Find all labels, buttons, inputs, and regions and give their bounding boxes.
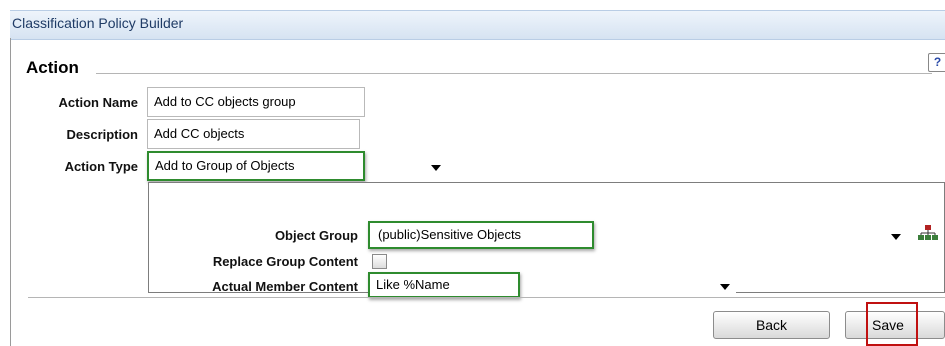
footer-divider [28, 297, 945, 298]
replace-group-content-checkbox[interactable] [372, 254, 387, 269]
action-type-select[interactable]: Add to Group of Objects [147, 151, 447, 181]
chevron-down-icon[interactable] [431, 165, 441, 171]
description-label: Description [66, 127, 138, 142]
chevron-down-icon[interactable] [891, 234, 901, 240]
object-group-select[interactable]: (public)Sensitive Objects [368, 221, 908, 249]
actual-member-content-label: Actual Member Content [212, 279, 358, 294]
description-input[interactable]: Add CC objects [147, 119, 360, 149]
back-button[interactable]: Back [713, 311, 830, 339]
window-title: Classification Policy Builder [12, 15, 184, 31]
action-name-label: Action Name [58, 95, 138, 110]
help-icon[interactable]: ? [928, 53, 945, 72]
action-type-value: Add to Group of Objects [155, 158, 295, 173]
replace-group-content-label: Replace Group Content [212, 254, 358, 269]
chevron-down-icon[interactable] [720, 284, 730, 290]
action-name-input[interactable]: Add to CC objects group [147, 87, 365, 117]
section-title: Action [26, 58, 79, 77]
actual-member-content-select[interactable]: Like %Name [368, 272, 736, 298]
object-group-value: (public)Sensitive Objects [378, 227, 522, 242]
action-type-label: Action Type [64, 159, 138, 174]
member-content-value: Like %Name [376, 277, 450, 292]
section-divider [96, 73, 932, 74]
save-button-highlight [866, 302, 918, 346]
object-group-label: Object Group [274, 228, 358, 243]
hierarchy-tree-icon[interactable] [918, 225, 938, 241]
left-border [10, 38, 11, 346]
title-bar: Classification Policy Builder [0, 0, 945, 48]
